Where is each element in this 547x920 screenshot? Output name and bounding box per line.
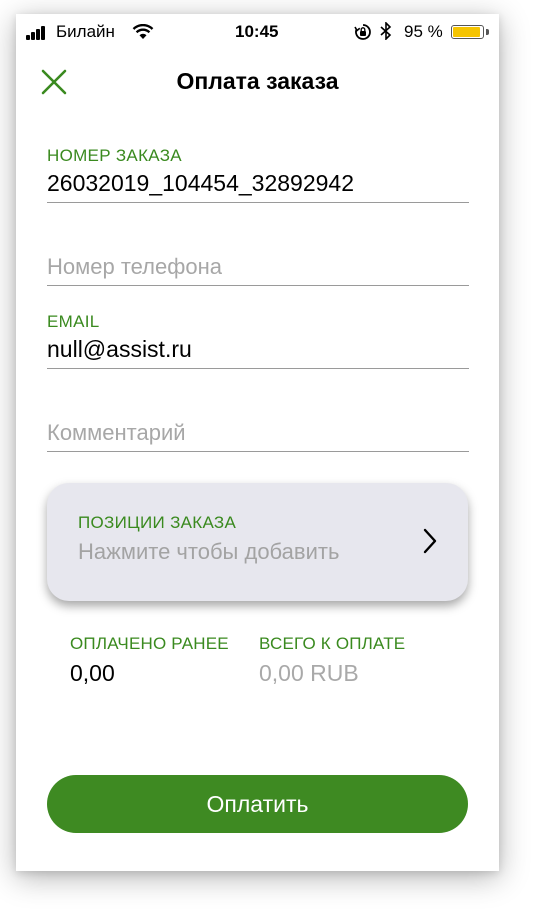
order-items-hint: Нажмите чтобы добавить [78, 539, 340, 564]
page-title: Оплата заказа [176, 68, 339, 94]
orientation-lock-icon [354, 23, 372, 46]
carrier-name: Билайн [56, 22, 115, 41]
wifi-icon [132, 23, 154, 45]
battery-cap [486, 29, 489, 35]
total-due-label: ВСЕГО К ОПЛАТЕ [259, 634, 406, 653]
order-items-button[interactable]: ПОЗИЦИИ ЗАКАЗА Нажмите чтобы добавить [47, 483, 468, 601]
phone-input[interactable]: Номер телефона [47, 244, 469, 286]
pay-button[interactable]: Оплатить [47, 775, 468, 833]
battery-icon [451, 25, 484, 39]
battery-level-fill [453, 27, 480, 37]
order-items-label: ПОЗИЦИИ ЗАКАЗА [78, 513, 237, 532]
order-number-label: НОМЕР ЗАКАЗА [47, 146, 182, 165]
bluetooth-icon [380, 21, 392, 45]
comment-input[interactable]: Комментарий [47, 411, 469, 452]
phone-placeholder: Номер телефона [47, 254, 222, 279]
status-time: 10:45 [235, 22, 279, 41]
email-field[interactable]: EMAIL null@assist.ru [47, 311, 469, 369]
phone-screen: Билайн 10:45 95 % Оплата заказа НОМЕР ЗА… [16, 14, 499, 871]
comment-placeholder: Комментарий [47, 420, 186, 445]
paid-earlier-label: ОПЛАЧЕНО РАНЕЕ [70, 634, 229, 653]
email-value: null@assist.ru [47, 336, 192, 362]
paid-earlier-value: 0,00 [70, 660, 115, 686]
order-number-value: 26032019_104454_32892942 [47, 170, 354, 196]
chevron-right-icon [423, 528, 437, 554]
total-due-value: 0,00 RUB [259, 660, 359, 686]
status-bar: Билайн 10:45 95 % [16, 14, 499, 50]
order-number-field[interactable]: НОМЕР ЗАКАЗА 26032019_104454_32892942 [47, 144, 469, 203]
signal-icon [26, 26, 52, 40]
email-label: EMAIL [47, 312, 100, 331]
battery-percent: 95 % [404, 22, 443, 41]
